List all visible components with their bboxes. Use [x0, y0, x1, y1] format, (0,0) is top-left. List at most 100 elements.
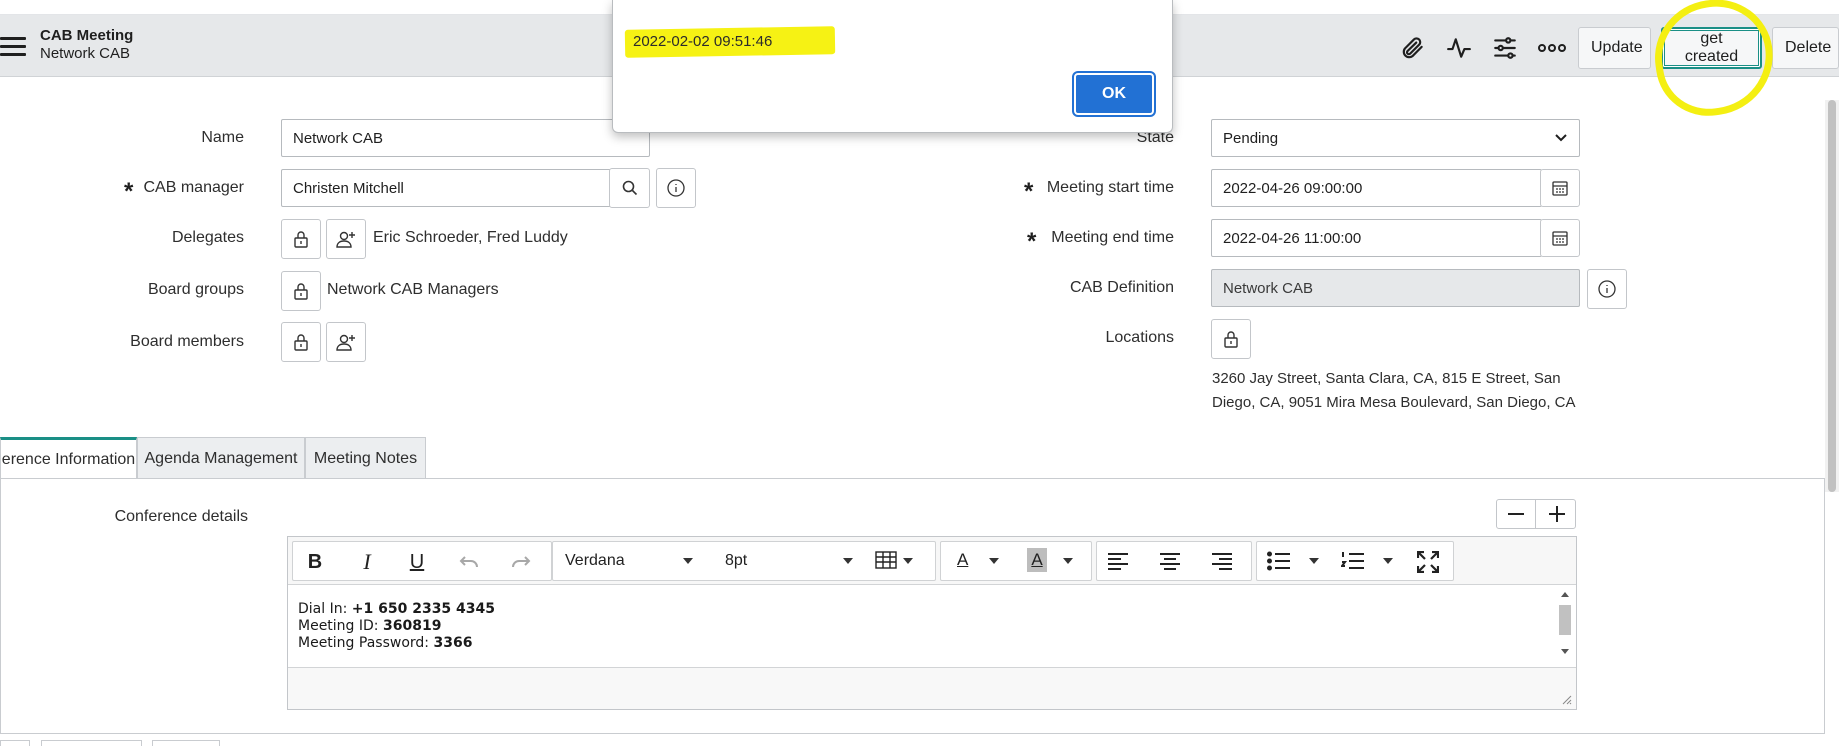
bottom-button-stub — [0, 740, 30, 746]
activity-icon[interactable] — [1444, 33, 1474, 63]
font-size-select[interactable]: 8pt — [725, 552, 747, 570]
chevron-down-icon — [843, 558, 853, 564]
underline-icon[interactable]: U — [397, 546, 437, 578]
update-button[interactable]: Update — [1578, 27, 1651, 69]
meeting-id-value: 360819 — [382, 618, 442, 634]
paperclip-icon[interactable] — [1398, 33, 1428, 63]
alert-message: 2022-02-02 09:51:46 — [633, 33, 773, 50]
chevron-down-icon — [1555, 134, 1567, 142]
lock-icon[interactable] — [281, 322, 321, 362]
bottom-button-stub — [152, 740, 220, 746]
conference-line: Meeting Password: 3366 — [298, 635, 1566, 652]
delete-button[interactable]: Delete — [1772, 27, 1839, 69]
required-marker: * — [1024, 178, 1034, 205]
tab-bar: erence Information Agenda Management Mee… — [0, 437, 1839, 479]
italic-icon[interactable]: I — [347, 546, 387, 578]
info-icon[interactable] — [656, 168, 696, 208]
dial-in-value: +1 650 2335 4345 — [351, 601, 496, 617]
board-groups-label: Board groups — [147, 281, 244, 298]
cab-manager-input[interactable]: Christen Mitchell — [281, 169, 611, 207]
editor-statusbar — [288, 667, 1576, 709]
search-icon[interactable] — [609, 168, 650, 208]
ok-button[interactable]: OK — [1074, 73, 1154, 115]
conference-details-editor: B I U Verdana 8pt A A Dial In: +1 650 23… — [287, 536, 1577, 710]
redo-icon[interactable] — [501, 546, 541, 578]
lock-icon[interactable] — [281, 219, 321, 259]
fullscreen-icon[interactable] — [1416, 550, 1440, 577]
page-scrollbar[interactable] — [1825, 100, 1839, 492]
calendar-icon[interactable] — [1540, 219, 1580, 257]
background-color-icon[interactable]: A — [1027, 548, 1047, 572]
add-user-icon[interactable] — [326, 219, 366, 259]
line-prefix: Dial In: — [298, 601, 352, 617]
header-title: CAB Meeting — [40, 27, 134, 44]
bullet-list-icon[interactable] — [1267, 551, 1291, 575]
sliders-icon[interactable] — [1490, 33, 1520, 63]
minus-icon[interactable] — [1497, 500, 1536, 528]
hamburger-menu-icon[interactable] — [0, 37, 26, 57]
chevron-down-icon — [1063, 558, 1073, 564]
board-groups-value: Network CAB Managers — [327, 281, 499, 298]
delegates-label: Delegates — [171, 229, 244, 246]
meeting-end-label: Meeting end time — [1051, 229, 1174, 246]
conference-line: Meeting ID: 360819 — [298, 618, 1566, 635]
format-group: B I U — [292, 541, 552, 581]
state-value: Pending — [1223, 129, 1279, 147]
conference-line: Dial In: +1 650 2335 4345 — [298, 601, 1566, 618]
required-marker: * — [124, 178, 134, 205]
undo-icon[interactable] — [449, 546, 489, 578]
locations-line-2: Diego, CA, 9051 Mira Mesa Boulevard, San… — [1212, 394, 1576, 411]
meeting-password-value: 3366 — [433, 635, 473, 651]
text-color-icon[interactable]: A — [957, 550, 968, 570]
cab-manager-label: CAB manager — [143, 179, 245, 196]
align-right-icon[interactable] — [1211, 552, 1233, 574]
chevron-down-icon — [1309, 558, 1319, 564]
chevron-down-icon — [683, 558, 693, 564]
align-left-icon[interactable] — [1107, 552, 1129, 574]
scrollbar-thumb[interactable] — [1828, 100, 1836, 492]
tab-conference-information[interactable]: erence Information — [0, 437, 137, 479]
add-user-icon[interactable] — [326, 322, 366, 362]
plus-icon[interactable] — [1537, 500, 1576, 528]
color-group: A A — [940, 541, 1092, 581]
resize-handle-icon[interactable] — [1560, 693, 1572, 705]
more-icon[interactable] — [1537, 33, 1567, 63]
zoom-controls — [1496, 499, 1576, 529]
align-center-icon[interactable] — [1159, 552, 1181, 574]
required-marker: * — [1027, 228, 1037, 255]
calendar-icon[interactable] — [1540, 169, 1580, 207]
tab-meeting-notes[interactable]: Meeting Notes — [305, 437, 426, 479]
meeting-end-input[interactable]: 2022-04-26 11:00:00 — [1211, 219, 1542, 257]
locations-label: Locations — [1105, 329, 1175, 346]
name-label: Name — [201, 129, 244, 146]
align-group — [1096, 541, 1252, 581]
conference-details-label: Conference details — [114, 508, 248, 525]
bottom-button-stub — [41, 740, 142, 746]
delegates-value: Eric Schroeder, Fred Luddy — [373, 229, 568, 246]
tab-agenda-management[interactable]: Agenda Management — [137, 437, 305, 479]
font-family-select[interactable]: Verdana — [565, 552, 625, 570]
editor-content[interactable]: Dial In: +1 650 2335 4345 Meeting ID: 36… — [288, 585, 1576, 667]
chevron-down-icon — [903, 558, 913, 564]
locations-line-1: 3260 Jay Street, Santa Clara, CA, 815 E … — [1212, 370, 1561, 387]
state-select[interactable]: Pending — [1211, 119, 1580, 157]
lock-icon[interactable] — [1211, 319, 1251, 359]
editor-scrollbar[interactable] — [1558, 589, 1572, 659]
meeting-start-input[interactable]: 2022-04-26 09:00:00 — [1211, 169, 1542, 207]
bold-icon[interactable]: B — [295, 546, 335, 578]
alert-dialog: 2022-02-02 09:51:46 OK — [612, 0, 1173, 133]
cab-definition-label: CAB Definition — [1069, 279, 1174, 296]
list-group — [1256, 541, 1454, 581]
meeting-start-label: Meeting start time — [1046, 179, 1174, 196]
board-members-label: Board members — [130, 333, 244, 350]
font-group: Verdana 8pt — [552, 541, 936, 581]
name-input[interactable]: Network CAB — [281, 119, 650, 157]
header-subtitle: Network CAB — [40, 45, 131, 62]
chevron-down-icon — [989, 558, 999, 564]
table-icon[interactable] — [875, 551, 897, 573]
lock-icon[interactable] — [281, 271, 321, 311]
line-prefix: Meeting Password: — [298, 635, 434, 651]
info-icon[interactable] — [1587, 269, 1627, 309]
line-prefix: Meeting ID: — [298, 618, 383, 634]
numbered-list-icon[interactable] — [1340, 551, 1365, 575]
